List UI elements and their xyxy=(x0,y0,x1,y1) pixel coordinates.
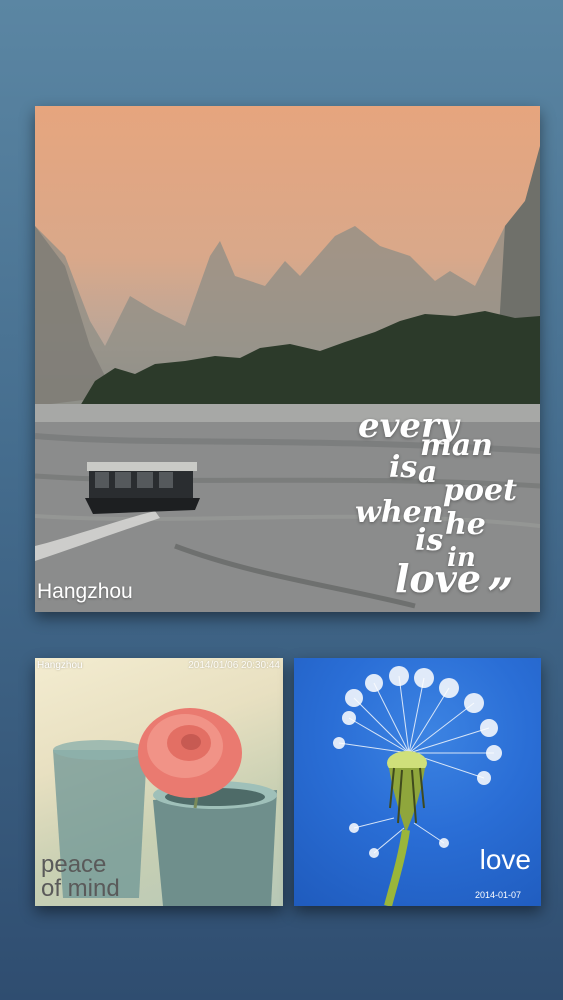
quote-word: he xyxy=(445,507,486,542)
quote-word: is xyxy=(389,450,418,485)
card-location-label: Hangzhou xyxy=(37,660,83,671)
quote-word: poet xyxy=(443,473,517,508)
quote-word: a xyxy=(418,455,438,490)
caption-line: peace xyxy=(41,851,107,878)
hero-location-label: Hangzhou xyxy=(37,580,133,603)
love-caption: love xyxy=(479,844,531,875)
caption-line: of mind xyxy=(41,875,120,902)
love-photo-card[interactable]: love 2014-01-07 xyxy=(294,658,541,906)
quote-word: is xyxy=(415,523,444,558)
peace-photo-card[interactable]: Hangzhou 2014/01/06 20:30:44 peace of mi… xyxy=(35,658,283,906)
quote-word: love xyxy=(395,556,482,601)
card-date: 2014-01-07 xyxy=(474,890,521,900)
boat-shape xyxy=(85,462,200,514)
quote-mark: ” xyxy=(487,568,514,612)
hero-photo-card[interactable]: every man is a poet when he is in love ”… xyxy=(35,106,540,612)
card-timestamp: 2014/01/06 20:30:44 xyxy=(188,660,280,671)
